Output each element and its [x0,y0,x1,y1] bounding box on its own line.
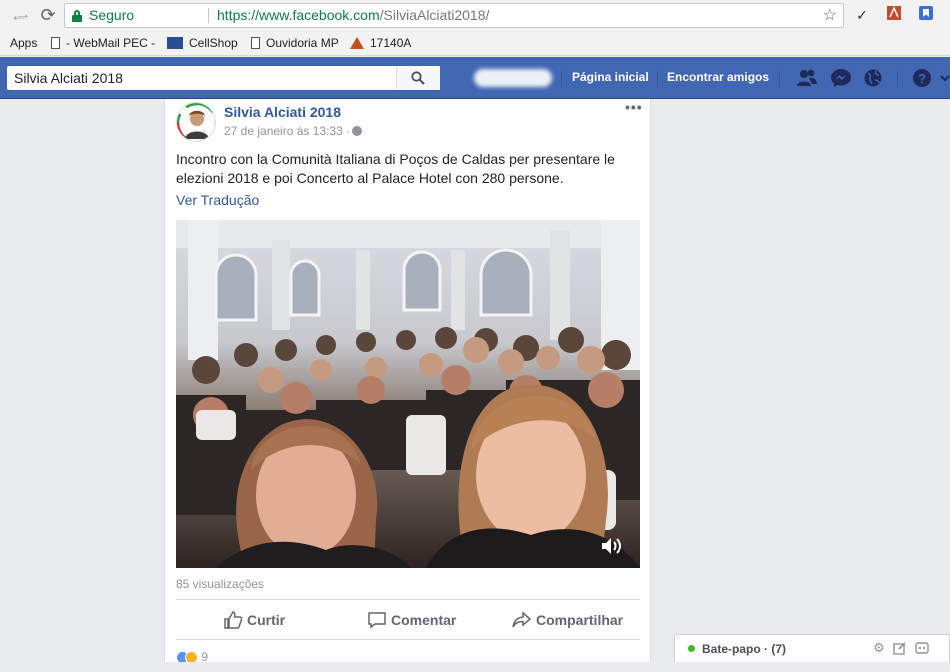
bookmark-cellshop[interactable]: CellShop [167,36,238,52]
facebook-header: Página inicial Encontrar amigos ? [0,57,950,99]
omnibox-separator [208,8,209,23]
header-separator [657,71,658,87]
bookmark-apps[interactable]: Apps [10,36,37,52]
svg-text:?: ? [918,71,926,86]
reload-icon[interactable]: ⟳ [37,3,59,27]
help-icon[interactable]: ? [911,68,933,88]
comment-button[interactable]: Comentar [367,611,456,631]
browser-address-row: ← → ⟳ Seguro https://www.facebook.com/Si… [0,0,950,31]
avatar[interactable] [176,102,216,142]
messenger-icon[interactable] [830,68,852,88]
post-author[interactable]: Silvia Alciati 2018 [224,104,341,120]
chat-options-icon[interactable] [915,641,929,655]
compose-icon[interactable] [893,641,907,655]
timestamp-text[interactable]: 27 de janeiro às 13:33 · [224,124,350,138]
account-menu-arrow-icon[interactable] [940,68,950,88]
bookmark-extension-icon[interactable] [916,5,936,25]
triangle-icon [350,37,364,49]
video-frame-image [176,220,640,568]
check-extension-icon[interactable]: ✓ [852,5,872,25]
friends-icon[interactable] [796,68,818,88]
bookmark-label: Ouvidoria MP [266,36,339,50]
cellshop-icon [167,37,183,49]
search-input[interactable] [7,66,397,90]
online-status-dot [688,645,695,652]
share-label: Compartilhar [536,612,624,628]
bookmark-17140a[interactable]: 17140A [350,36,411,52]
bookmarks-bar: Apps - WebMail PEC - CellShop Ouvidoria … [0,31,950,56]
bookmark-ouvidoria[interactable]: Ouvidoria MP [251,36,339,52]
header-separator [561,71,562,87]
bookmark-webmail[interactable]: - WebMail PEC - [51,36,155,52]
divider [176,599,640,600]
bookmark-label: Apps [10,36,38,50]
post-card: Silvia Alciati 2018 27 de janeiro às 13:… [164,99,651,672]
star-icon[interactable]: ☆ [823,4,837,27]
divider [176,639,640,640]
comment-label: Comentar [391,612,457,628]
bottom-strip [0,662,674,672]
view-count: 85 visualizações [176,577,265,591]
url-host: https://www.facebook.com [217,7,380,23]
lock-icon [72,10,82,22]
address-bar[interactable]: Seguro https://www.facebook.com/SilviaAl… [64,3,844,28]
url-path: /SilviaAlciati2018/ [379,7,490,23]
post-text: Incontro con la Comunità Italiana di Poç… [176,151,615,186]
bookmark-label: CellShop [189,36,238,50]
like-label: Curtir [247,612,286,628]
settings-icon[interactable]: ⚙ [872,641,886,655]
search-icon [411,71,425,85]
like-button[interactable]: Curtir [223,611,285,631]
home-link[interactable]: Página inicial [572,70,649,84]
secure-label: Seguro [89,7,135,23]
header-separator [897,71,898,87]
post-timestamp: 27 de janeiro às 13:33 · [224,124,363,138]
forward-arrow-icon[interactable]: → [12,3,34,27]
search-box [7,66,440,90]
share-icon [512,611,532,628]
like-icon [224,611,243,629]
pdf-extension-icon[interactable] [884,5,904,25]
page-icon [251,37,260,49]
profile-name-blurred[interactable] [474,69,552,87]
globe-icon[interactable] [862,68,884,88]
page-icon [51,37,60,49]
comment-icon [368,612,386,629]
chat-bar[interactable]: Bate-papo · (7) ⚙ [674,634,950,662]
volume-icon[interactable] [600,536,624,556]
share-button[interactable]: Compartilhar [512,611,623,631]
see-translation-link[interactable]: Ver Tradução [176,192,259,208]
chat-label: Bate-papo · (7) [702,642,786,656]
url-text: https://www.facebook.com/SilviaAlciati20… [217,4,489,27]
bookmark-label: 17140A [370,36,412,50]
globe-icon [352,126,363,136]
post-video[interactable] [176,220,640,568]
header-separator [779,71,780,87]
find-friends-link[interactable]: Encontrar amigos [667,70,769,84]
search-button[interactable] [396,66,440,90]
more-icon[interactable]: ••• [625,99,643,115]
bookmark-label: - WebMail PEC - [66,36,156,50]
